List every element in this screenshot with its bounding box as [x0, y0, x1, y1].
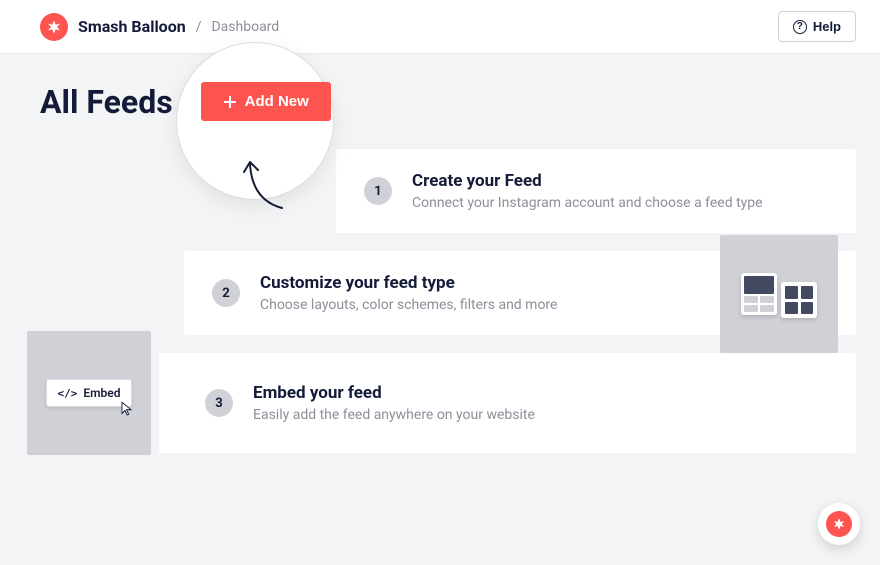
step-card-inner: 2 Customize your feed type Choose layout…	[184, 251, 856, 335]
cursor-icon	[119, 400, 137, 418]
embed-chip: </> Embed	[46, 379, 131, 407]
help-icon: ?	[793, 20, 807, 34]
step-card-1: 1 Create your Feed Connect your Instagra…	[24, 149, 856, 233]
step-text: Embed your feed Easily add the feed anyw…	[253, 383, 535, 423]
step-badge: 3	[205, 389, 233, 417]
fab-logo-icon	[826, 511, 852, 537]
code-icon: </>	[57, 387, 77, 400]
add-new-button[interactable]: Add New	[201, 82, 331, 121]
embed-chip-label: Embed	[83, 386, 120, 400]
embed-thumbnail-icon: </> Embed	[27, 331, 151, 455]
header-left: Smash Balloon / Dashboard	[40, 13, 279, 41]
step-title: Embed your feed	[253, 383, 535, 403]
layout-mini-grid-icon	[781, 282, 817, 318]
brand-name: Smash Balloon	[78, 17, 186, 36]
step-badge: 1	[364, 177, 392, 205]
step-text: Create your Feed Connect your Instagram …	[412, 171, 763, 211]
breadcrumb-separator: /	[196, 19, 202, 35]
step-card-2: 2 Customize your feed type Choose layout…	[24, 251, 856, 335]
step-card-3: </> Embed 3 Embed your feed Easily add t…	[24, 353, 856, 453]
brand-logo-icon	[40, 13, 68, 41]
layout-thumbnail-icon	[720, 235, 838, 353]
step-desc: Choose layouts, color schemes, filters a…	[260, 297, 557, 313]
help-label: Help	[813, 19, 841, 34]
page-title-row: All Feeds Add New	[0, 54, 880, 121]
page-title: All Feeds	[40, 83, 173, 121]
step-desc: Connect your Instagram account and choos…	[412, 195, 763, 211]
step-text: Customize your feed type Choose layouts,…	[260, 273, 557, 313]
add-new-label: Add New	[245, 93, 309, 110]
step-title: Customize your feed type	[260, 273, 557, 293]
step-badge: 2	[212, 279, 240, 307]
help-button[interactable]: ? Help	[778, 11, 856, 42]
steps-container: 1 Create your Feed Connect your Instagra…	[0, 121, 880, 477]
breadcrumb-current: Dashboard	[211, 19, 279, 35]
step-card-inner: </> Embed 3 Embed your feed Easily add t…	[159, 353, 856, 453]
step-desc: Easily add the feed anywhere on your web…	[253, 407, 535, 423]
layout-mini-card-icon	[741, 273, 777, 315]
header-bar: Smash Balloon / Dashboard ? Help	[0, 0, 880, 54]
fab-button[interactable]	[818, 503, 860, 545]
step-card-inner: 1 Create your Feed Connect your Instagra…	[336, 149, 856, 233]
step-title: Create your Feed	[412, 171, 763, 191]
plus-icon	[223, 95, 237, 109]
